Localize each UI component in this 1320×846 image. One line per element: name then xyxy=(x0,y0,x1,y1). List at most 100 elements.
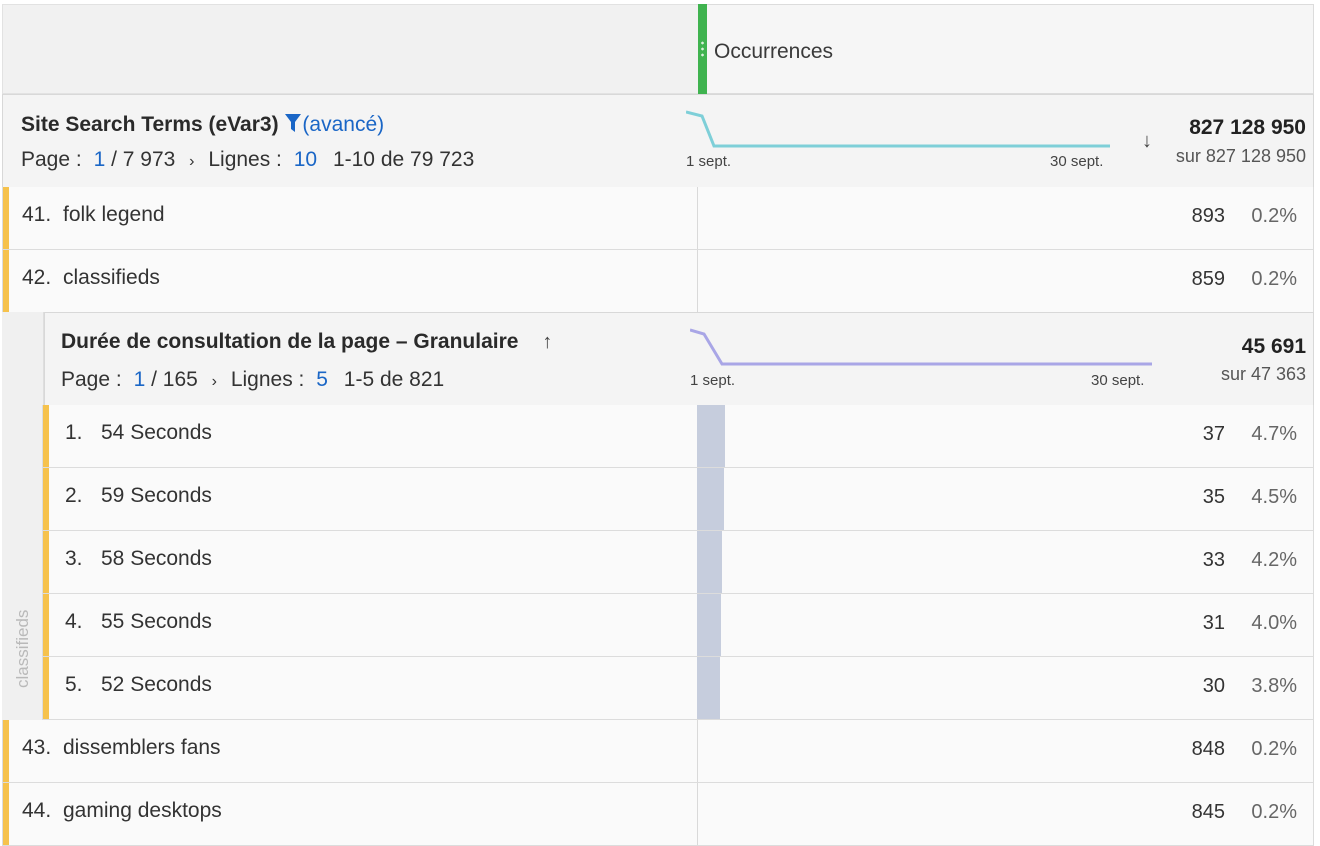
share-bar xyxy=(697,657,720,719)
page-current-link[interactable]: 1 xyxy=(134,368,146,391)
breakdown-row[interactable]: 5. 52 Seconds 30 3.8% xyxy=(42,657,1314,720)
chevron-right-icon[interactable]: › xyxy=(189,153,194,170)
row-rank: 1. xyxy=(65,421,83,444)
dimension-summary-row xyxy=(2,94,1314,188)
breakdown-title[interactable]: Durée de consultation de la page – Granu… xyxy=(61,330,552,354)
column-divider xyxy=(697,720,698,782)
metric-drag-handle[interactable] xyxy=(698,4,707,94)
row-rank: 42. xyxy=(22,266,52,289)
sparkline-start-label: 1 sept. xyxy=(690,372,736,389)
sparkline-end-label: 30 sept. xyxy=(1050,153,1104,170)
row-percent: 4.5% xyxy=(1251,486,1297,508)
row-percent: 0.2% xyxy=(1251,268,1297,290)
rows-count-link[interactable]: 10 xyxy=(294,148,317,171)
sparkline-end-label: 30 sept. xyxy=(1091,372,1145,389)
row-rank: 4. xyxy=(65,610,83,633)
row-percent: 0.2% xyxy=(1251,205,1297,227)
dimension-total: 827 128 950 xyxy=(1189,116,1306,139)
metric-column-title[interactable]: Occurrences xyxy=(714,40,833,64)
row-label[interactable]: 58 Seconds xyxy=(101,547,212,571)
row-rank: 41. xyxy=(22,203,52,226)
row-label[interactable]: 55 Seconds xyxy=(101,610,212,634)
breakdown-row[interactable]: 4. 55 Seconds 31 4.0% xyxy=(42,594,1314,657)
table-row[interactable]: 44. gaming desktops 845 0.2% xyxy=(2,783,1314,846)
row-accent-bar xyxy=(3,187,9,249)
row-rank: 3. xyxy=(65,547,83,570)
page-label: Page : xyxy=(21,148,82,171)
row-label[interactable]: folk legend xyxy=(63,203,165,227)
range-text: 1-10 de 79 723 xyxy=(332,148,475,171)
share-bar xyxy=(697,531,722,593)
row-label[interactable]: 54 Seconds xyxy=(101,421,212,445)
page-total: / 7 973 xyxy=(111,148,176,171)
page-label: Page : xyxy=(61,368,122,391)
grip-icon xyxy=(701,40,704,58)
breakdown-parent-label: classifieds xyxy=(13,609,32,688)
dimension-title-text: Site Search Terms (eVar3) xyxy=(21,113,279,136)
breakdown-title-text: Durée de consultation de la page – Granu… xyxy=(61,330,519,353)
row-value: 893 xyxy=(1191,205,1225,227)
row-value: 37 xyxy=(1202,423,1225,445)
column-divider xyxy=(697,783,698,845)
row-value: 859 xyxy=(1191,268,1225,290)
row-percent: 4.7% xyxy=(1251,423,1297,445)
row-label[interactable]: classifieds xyxy=(63,266,160,290)
table-row[interactable]: 41. folk legend 893 0.2% xyxy=(2,187,1314,250)
sparkline-start-label: 1 sept. xyxy=(686,153,732,170)
page-current-link[interactable]: 1 xyxy=(94,148,106,171)
row-accent-bar xyxy=(43,531,49,593)
row-accent-bar xyxy=(43,594,49,656)
row-percent: 0.2% xyxy=(1251,801,1297,823)
breakdown-parent-strip: classifieds xyxy=(2,312,44,720)
dimension-header-cell xyxy=(2,4,698,94)
row-percent: 4.0% xyxy=(1251,612,1297,634)
page-total: / 165 xyxy=(151,368,198,391)
row-value: 33 xyxy=(1202,549,1225,571)
row-value: 31 xyxy=(1202,612,1225,634)
row-value: 30 xyxy=(1202,675,1225,697)
dimension-pagination: Page : 1 / 7 973 › Lignes : 10 1-10 de 7… xyxy=(21,148,474,172)
share-bar xyxy=(697,468,724,530)
row-label[interactable]: gaming desktops xyxy=(63,799,222,823)
row-rank: 44. xyxy=(22,799,52,822)
row-label[interactable]: 59 Seconds xyxy=(101,484,212,508)
rows-label: Lignes : xyxy=(230,368,305,391)
dimension-total-sub: sur 827 128 950 xyxy=(1175,146,1306,166)
row-rank: 2. xyxy=(65,484,83,507)
row-rank: 5. xyxy=(65,673,83,696)
row-percent: 4.2% xyxy=(1251,549,1297,571)
rows-label: Lignes : xyxy=(208,148,282,171)
column-divider xyxy=(697,187,698,249)
row-accent-bar xyxy=(43,405,49,467)
filter-icon[interactable] xyxy=(284,112,302,134)
row-accent-bar xyxy=(3,250,9,312)
dimension-title[interactable]: Site Search Terms (eVar3) (avancé) xyxy=(21,112,384,137)
share-bar xyxy=(697,405,725,467)
row-value: 845 xyxy=(1191,801,1225,823)
dimension-sparkline xyxy=(686,110,1110,148)
rows-count-link[interactable]: 5 xyxy=(316,368,328,391)
breakdown-total: 45 691 xyxy=(1241,335,1306,358)
breakdown-row[interactable]: 2. 59 Seconds 35 4.5% xyxy=(42,468,1314,531)
breakdown-total-sub: sur 47 363 xyxy=(1220,364,1306,384)
row-value: 35 xyxy=(1202,486,1225,508)
arrow-up-icon[interactable]: ↑ xyxy=(542,331,552,353)
breakdown-row[interactable]: 3. 58 Seconds 33 4.2% xyxy=(42,531,1314,594)
range-text: 1-5 de 821 xyxy=(343,368,445,391)
row-value: 848 xyxy=(1191,738,1225,760)
table-row[interactable]: 43. dissemblers fans 848 0.2% xyxy=(2,720,1314,783)
row-label[interactable]: 52 Seconds xyxy=(101,673,212,697)
row-label[interactable]: dissemblers fans xyxy=(63,736,221,760)
filter-advanced-link[interactable]: (avancé) xyxy=(302,113,384,136)
breakdown-sparkline xyxy=(690,328,1152,366)
row-accent-bar xyxy=(3,783,9,845)
row-percent: 0.2% xyxy=(1251,738,1297,760)
table-row[interactable]: 42. classifieds 859 0.2% xyxy=(2,250,1314,313)
breakdown-pagination: Page : 1 / 165 › Lignes : 5 1-5 de 821 xyxy=(61,368,444,392)
breakdown-row[interactable]: 1. 54 Seconds 37 4.7% xyxy=(42,405,1314,468)
row-rank: 43. xyxy=(22,736,52,759)
row-accent-bar xyxy=(3,720,9,782)
chevron-right-icon[interactable]: › xyxy=(212,373,217,390)
row-accent-bar xyxy=(43,657,49,719)
row-percent: 3.8% xyxy=(1251,675,1297,697)
